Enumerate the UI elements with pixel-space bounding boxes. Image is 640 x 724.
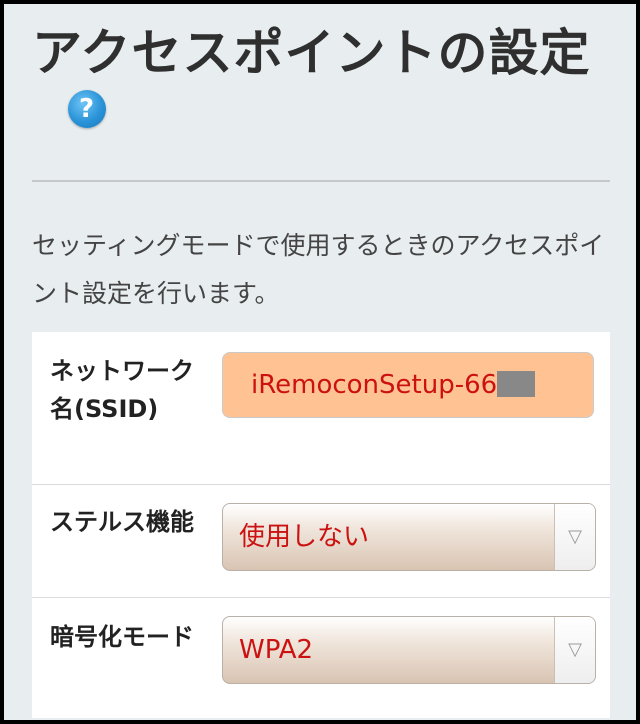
stealth-select[interactable]: 使用しない ▽ xyxy=(222,503,596,571)
stealth-label: ステルス機能 xyxy=(50,508,194,536)
chevron-down-icon: ▽ xyxy=(554,504,595,570)
encryption-select-value: WPA2 xyxy=(239,635,314,665)
ssid-input[interactable]: iRemoconSetup-66 xyxy=(222,352,594,418)
settings-form: ネットワーク名(SSID) iRemoconSetup-66 ステルス機能 使用… xyxy=(32,332,610,718)
ssid-input-value: iRemoconSetup-66 xyxy=(251,370,498,400)
stealth-row: ステルス機能 使用しない ▽ xyxy=(32,485,610,598)
chevron-down-icon: ▽ xyxy=(554,617,595,683)
encryption-row: 暗号化モード WPA2 ▽ xyxy=(32,598,610,718)
page-title: アクセスポイントの設定? xyxy=(32,24,592,140)
ssid-row: ネットワーク名(SSID) iRemoconSetup-66 xyxy=(32,332,610,485)
page-description: セッティングモードで使用するときのアクセスポイント設定を行います。 xyxy=(32,231,605,308)
page-title-text: アクセスポイントの設定 xyxy=(32,23,591,82)
title-divider xyxy=(32,180,610,182)
encryption-label: 暗号化モード xyxy=(50,623,194,651)
stealth-select-value: 使用しない xyxy=(239,522,370,552)
encryption-select[interactable]: WPA2 ▽ xyxy=(222,616,596,684)
help-icon[interactable]: ? xyxy=(68,90,106,128)
redacted-block xyxy=(497,370,536,397)
access-point-settings-page: アクセスポイントの設定? セッティングモードで使用するときのアクセスポイント設定… xyxy=(4,4,636,720)
ssid-label: ネットワーク名(SSID) xyxy=(50,357,194,423)
